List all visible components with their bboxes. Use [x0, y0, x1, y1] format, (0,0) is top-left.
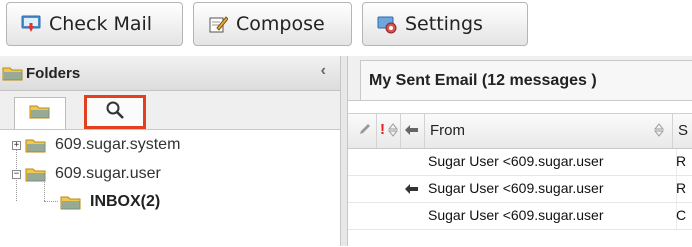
- tree-node-sugar-system[interactable]: + 609.sugar.system: [12, 132, 180, 158]
- search-icon: [105, 100, 125, 124]
- settings-button[interactable]: Settings: [362, 2, 528, 46]
- subject-cell: C: [676, 207, 687, 223]
- tab-folders[interactable]: [14, 97, 66, 129]
- mail-list-header: ! From S: [348, 113, 692, 149]
- folders-panel: Folders ‹ + 609.sugar.system − 609.sugar…: [0, 56, 340, 246]
- from-cell: Sugar User <609.sugar.user: [428, 180, 604, 196]
- folders-header: Folders ‹: [0, 56, 340, 91]
- tree-node-sugar-user[interactable]: − 609.sugar.user: [12, 161, 161, 187]
- folder-icon: [25, 166, 47, 183]
- table-row[interactable]: Sugar User <609.sugar.user C: [348, 203, 692, 230]
- mail-panel: My Sent Email (12 messages ) ! From S Su…: [348, 56, 692, 247]
- subject-cell: R: [676, 180, 687, 196]
- subject-cell: R: [676, 153, 687, 169]
- mail-list: ! From S Sugar User <609.sugar.user R Su…: [348, 100, 692, 247]
- check-mail-icon: [21, 14, 41, 34]
- tree-node-label: INBOX(2): [90, 193, 161, 210]
- compose-button[interactable]: Compose: [193, 2, 352, 46]
- from-cell: Sugar User <609.sugar.user: [428, 153, 604, 169]
- panel-splitter[interactable]: [340, 56, 348, 246]
- s-column-header[interactable]: S: [678, 122, 688, 139]
- toolbar: Check Mail Compose Settings: [0, 0, 692, 52]
- table-row[interactable]: Sugar User <609.sugar.user R: [348, 176, 692, 203]
- settings-icon: [377, 14, 397, 34]
- settings-label: Settings: [405, 13, 483, 35]
- folder-tabs: [0, 91, 340, 130]
- tree-node-label: 609.sugar.user: [55, 165, 161, 182]
- reply-icon: [404, 123, 420, 141]
- expand-toggle[interactable]: +: [12, 140, 21, 150]
- sort-icon[interactable]: [653, 123, 665, 141]
- compose-icon: [208, 14, 229, 34]
- folder-icon: [29, 103, 51, 124]
- folder-icon: [60, 194, 82, 211]
- pencil-icon: [358, 122, 372, 140]
- folder-icon: [2, 65, 24, 82]
- folders-title: Folders: [26, 64, 81, 82]
- reply-icon: [404, 182, 420, 199]
- tab-my-sent-email[interactable]: My Sent Email (12 messages ): [360, 60, 692, 100]
- check-mail-label: Check Mail: [49, 13, 153, 35]
- tab-label: My Sent Email (12 messages ): [369, 71, 597, 89]
- compose-label: Compose: [236, 13, 325, 35]
- folder-tree: + 609.sugar.system − 609.sugar.user INBO…: [0, 131, 340, 246]
- table-row[interactable]: Sugar User <609.sugar.user R: [348, 149, 692, 176]
- folder-icon: [25, 137, 47, 154]
- tab-search[interactable]: [84, 95, 146, 129]
- collapse-toggle[interactable]: −: [12, 169, 21, 179]
- tree-node-label: 609.sugar.system: [55, 136, 181, 153]
- flag-column-header[interactable]: !: [380, 121, 385, 138]
- collapse-panel-button[interactable]: ‹: [321, 62, 326, 80]
- check-mail-button[interactable]: Check Mail: [6, 2, 183, 46]
- tree-node-inbox[interactable]: INBOX(2): [60, 189, 160, 215]
- sort-icon[interactable]: [387, 123, 399, 141]
- from-column-header[interactable]: From: [430, 122, 465, 139]
- from-cell: Sugar User <609.sugar.user: [428, 207, 604, 223]
